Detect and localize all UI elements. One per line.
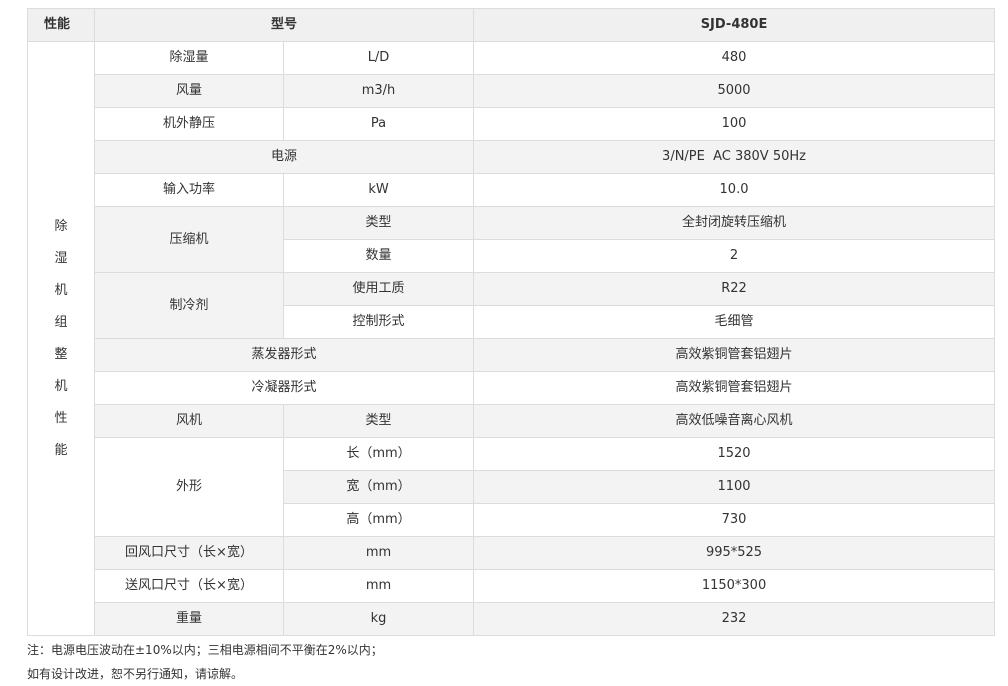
table-row-power-supply: 电源 3/N/PE AC 380V 50Hz: [28, 140, 996, 174]
row-value: 730: [473, 503, 996, 537]
row-value: 3/N/PE AC 380V 50Hz: [473, 140, 996, 174]
row-value: 高效紫铜管套铝翅片: [473, 371, 996, 405]
table-row-dehumid: 除湿机组整机性能 除湿量 L/D 480: [27, 41, 996, 636]
row-sub-label: 数量: [282, 239, 475, 273]
table-row-weight: 重量 kg 232: [28, 602, 996, 636]
row-name-compressor: 压缩机: [94, 206, 284, 273]
row-sub-label: 控制形式: [282, 305, 475, 339]
row-value: 232: [473, 602, 996, 636]
footnotes: 注：电源电压波动在±10%以内；三相电源相间不平衡在2%以内； 如有设计改进，恕…: [27, 638, 383, 686]
row-sub-label: 类型: [282, 404, 475, 438]
row-unit: mm: [282, 536, 475, 570]
row-value: 2: [473, 239, 996, 273]
row-unit: mm: [282, 569, 475, 603]
row-value: 全封闭旋转压缩机: [473, 206, 996, 240]
row-unit: kW: [282, 173, 475, 207]
row-name: 机外静压: [94, 107, 284, 141]
row-value: 995*525: [473, 536, 996, 570]
row-name-dimensions: 外形: [94, 437, 284, 537]
header-performance: 性能: [27, 8, 95, 42]
row-unit: kg: [282, 602, 475, 636]
row-name: 重量: [94, 602, 284, 636]
spec-table: 性能 型号 SJD-480E 除湿机组整机性能 除湿量 L/D 480 风量 m…: [27, 8, 996, 636]
table-row-dim-length: 外形 长（mm） 1520: [28, 437, 996, 537]
row-value: 毛细管: [473, 305, 996, 339]
row-sub-label: 类型: [282, 206, 475, 240]
row-sub-label: 长（mm）: [282, 437, 475, 471]
row-unit: L/D: [282, 41, 475, 75]
header-row: 性能 型号 SJD-480E: [27, 8, 996, 42]
row-name: 电源: [93, 140, 475, 174]
row-unit: m3/h: [282, 74, 475, 108]
row-name: 输入功率: [94, 173, 284, 207]
row-value: 1100: [473, 470, 996, 504]
group-label: 除湿机组整机性能: [54, 218, 68, 458]
row-value: R22: [473, 272, 996, 306]
row-name: 风机: [94, 404, 284, 438]
row-value: 1150*300: [473, 569, 996, 603]
table-row-evaporator: 蒸发器形式 高效紫铜管套铝翅片: [28, 338, 996, 372]
table-row-refrigerant-medium: 制冷剂 使用工质 R22: [28, 272, 996, 339]
row-name-refrigerant: 制冷剂: [94, 272, 284, 339]
row-value: 100: [473, 107, 996, 141]
row-sub-label: 宽（mm）: [282, 470, 475, 504]
table-row-supply-air: 送风口尺寸（长×宽） mm 1150*300: [28, 569, 996, 603]
footnote-line-1: 注：电源电压波动在±10%以内；三相电源相间不平衡在2%以内；: [27, 643, 383, 657]
table-row-fan: 风机 类型 高效低噪音离心风机: [28, 404, 996, 438]
table-row-compressor-type: 压缩机 类型 全封闭旋转压缩机: [28, 206, 996, 273]
row-unit: Pa: [282, 107, 475, 141]
row-value: 1520: [473, 437, 996, 471]
row-value: 480: [473, 41, 996, 75]
row-value: 5000: [473, 74, 996, 108]
row-name: 除湿量: [94, 41, 284, 75]
table-row-static-pressure: 机外静压 Pa 100: [28, 107, 996, 141]
row-name: 风量: [94, 74, 284, 108]
row-name: 冷凝器形式: [93, 371, 475, 405]
row-name: 回风口尺寸（长×宽）: [94, 536, 284, 570]
group-label-cell: 除湿机组整机性能: [27, 41, 95, 636]
row-value: 10.0: [473, 173, 996, 207]
row-value: 高效紫铜管套铝翅片: [473, 338, 996, 372]
header-model-value: SJD-480E: [473, 8, 996, 42]
row-name: 送风口尺寸（长×宽）: [94, 569, 284, 603]
table-row-input-power: 输入功率 kW 10.0: [28, 173, 996, 207]
header-model: 型号: [93, 8, 475, 42]
table-row-airflow: 风量 m3/h 5000: [28, 74, 996, 108]
table-row-return-air: 回风口尺寸（长×宽） mm 995*525: [28, 536, 996, 570]
row-sub-label: 高（mm）: [282, 503, 475, 537]
table-row-condenser: 冷凝器形式 高效紫铜管套铝翅片: [28, 371, 996, 405]
row-value: 高效低噪音离心风机: [473, 404, 996, 438]
row-sub-label: 使用工质: [282, 272, 475, 306]
row-name: 蒸发器形式: [93, 338, 475, 372]
footnote-line-2: 如有设计改进，恕不另行通知，请谅解。: [27, 667, 244, 681]
